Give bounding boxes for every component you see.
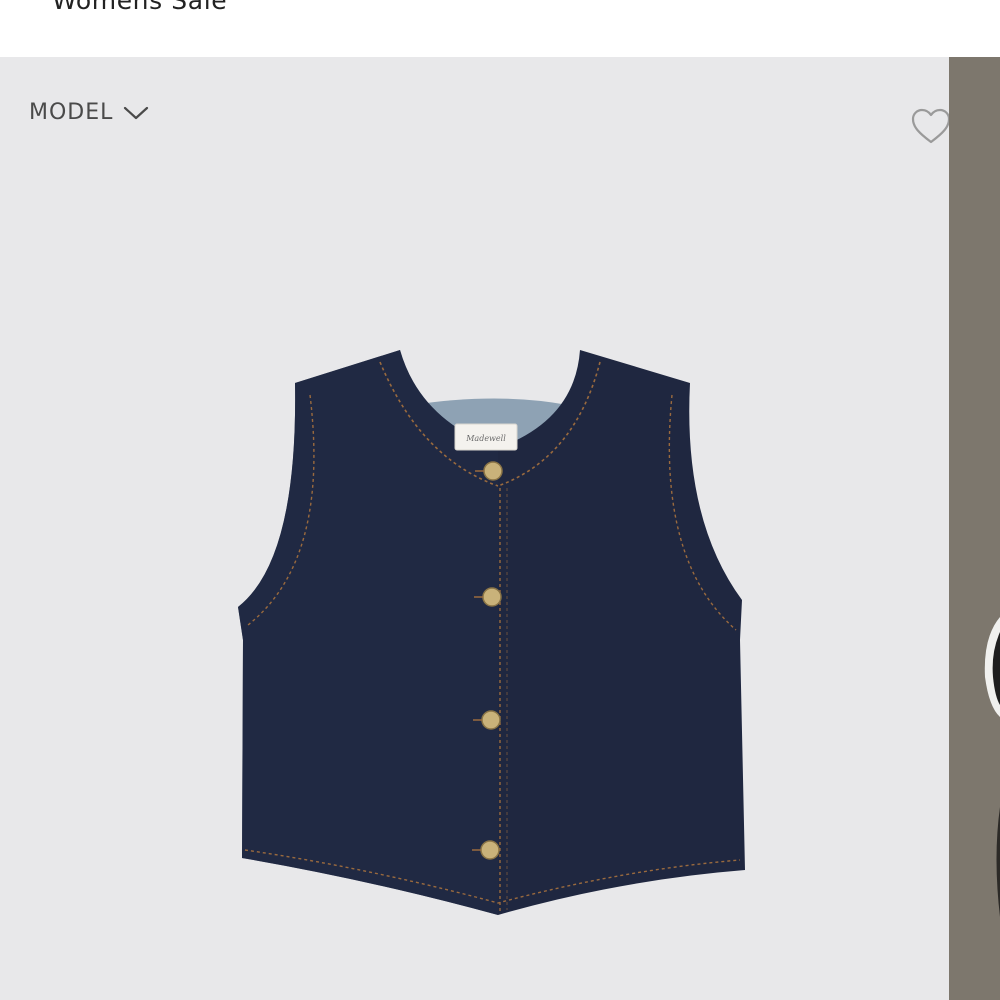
product-image: Madewell — [238, 350, 745, 915]
next-product-image-slide[interactable] — [949, 57, 1000, 1000]
product-image-slide[interactable]: MODEL Madewell — [0, 57, 951, 1000]
heart-outline-icon[interactable] — [909, 105, 953, 149]
breadcrumb[interactable]: Womens Sale — [52, 0, 227, 15]
product-image-gallery[interactable]: MODEL Madewell — [0, 57, 1000, 1000]
partial-next-image — [984, 617, 1000, 917]
svg-text:Madewell: Madewell — [465, 434, 506, 443]
